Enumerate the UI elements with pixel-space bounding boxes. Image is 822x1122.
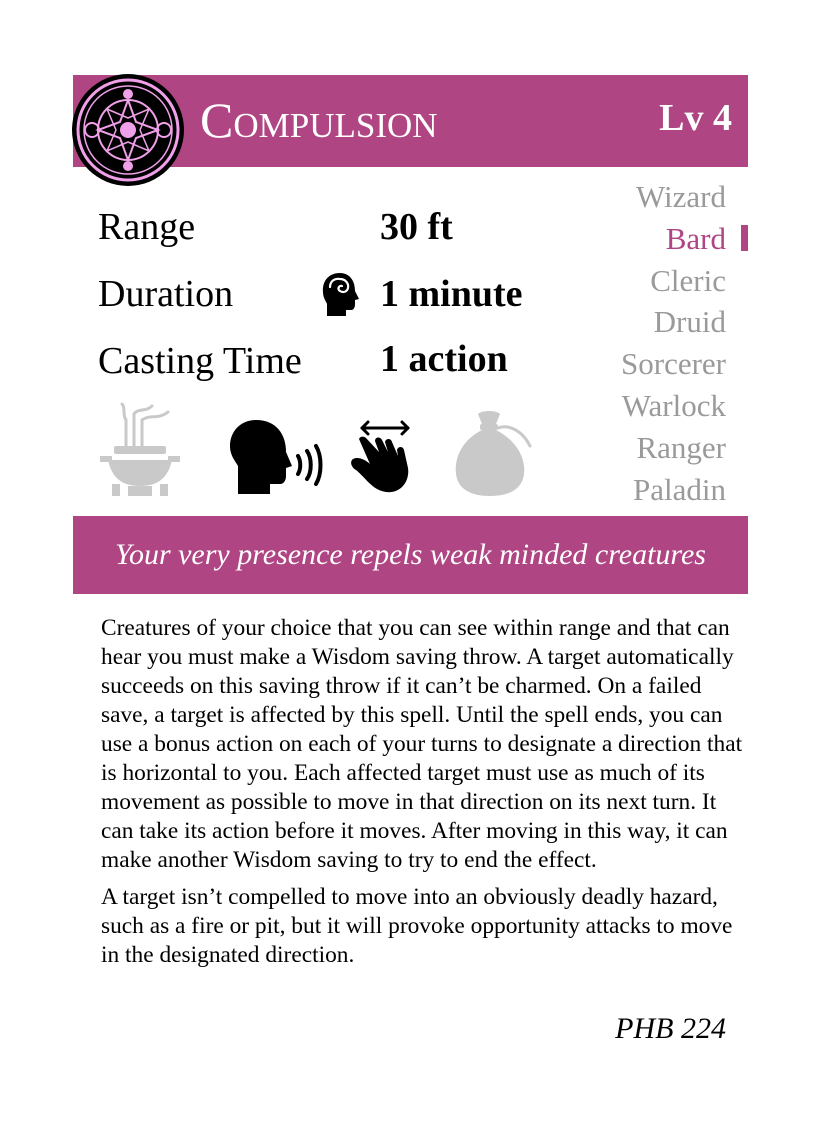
range-value: 30 ft [380,206,453,248]
class-cleric: Cleric [650,262,726,298]
material-pouch-icon [455,411,532,496]
description-paragraph: Creatures of your choice that you can se… [101,615,743,873]
spell-description: Creatures of your choice that you can se… [101,614,751,978]
class-warlock: Warlock [621,387,726,423]
duration-value: 1 minute [380,273,523,315]
class-sorcerer: Sorcerer [621,346,726,382]
spell-name: Compulsion [200,92,438,148]
class-list: Wizard Bard Cleric Druid Sorcerer Warloc… [621,176,726,510]
casting-time-value: 1 action [380,338,508,380]
class-ranger: Ranger [636,429,726,465]
class-paladin: Paladin [633,471,726,507]
duration-label: Duration [98,273,234,315]
source-reference: PHB 224 [615,1012,726,1045]
spell-level: Lv 4 [659,97,732,139]
flavor-text: Your very presence repels weak minded cr… [115,538,706,571]
description-paragraph: A target isn’t compelled to move into an… [101,884,733,968]
somatic-hand-icon [351,420,410,493]
ritual-incense-icon [100,402,180,496]
class-bard: Bard [665,220,726,256]
verbal-speaking-icon [230,420,323,494]
concentration-head-icon [322,273,359,316]
class-wizard: Wizard [636,179,726,214]
enchantment-school-emblem-icon [72,74,184,186]
casting-time-label: Casting Time [98,340,302,382]
class-druid: Druid [653,304,726,340]
active-class-marker [741,225,748,251]
range-label: Range [98,206,196,248]
